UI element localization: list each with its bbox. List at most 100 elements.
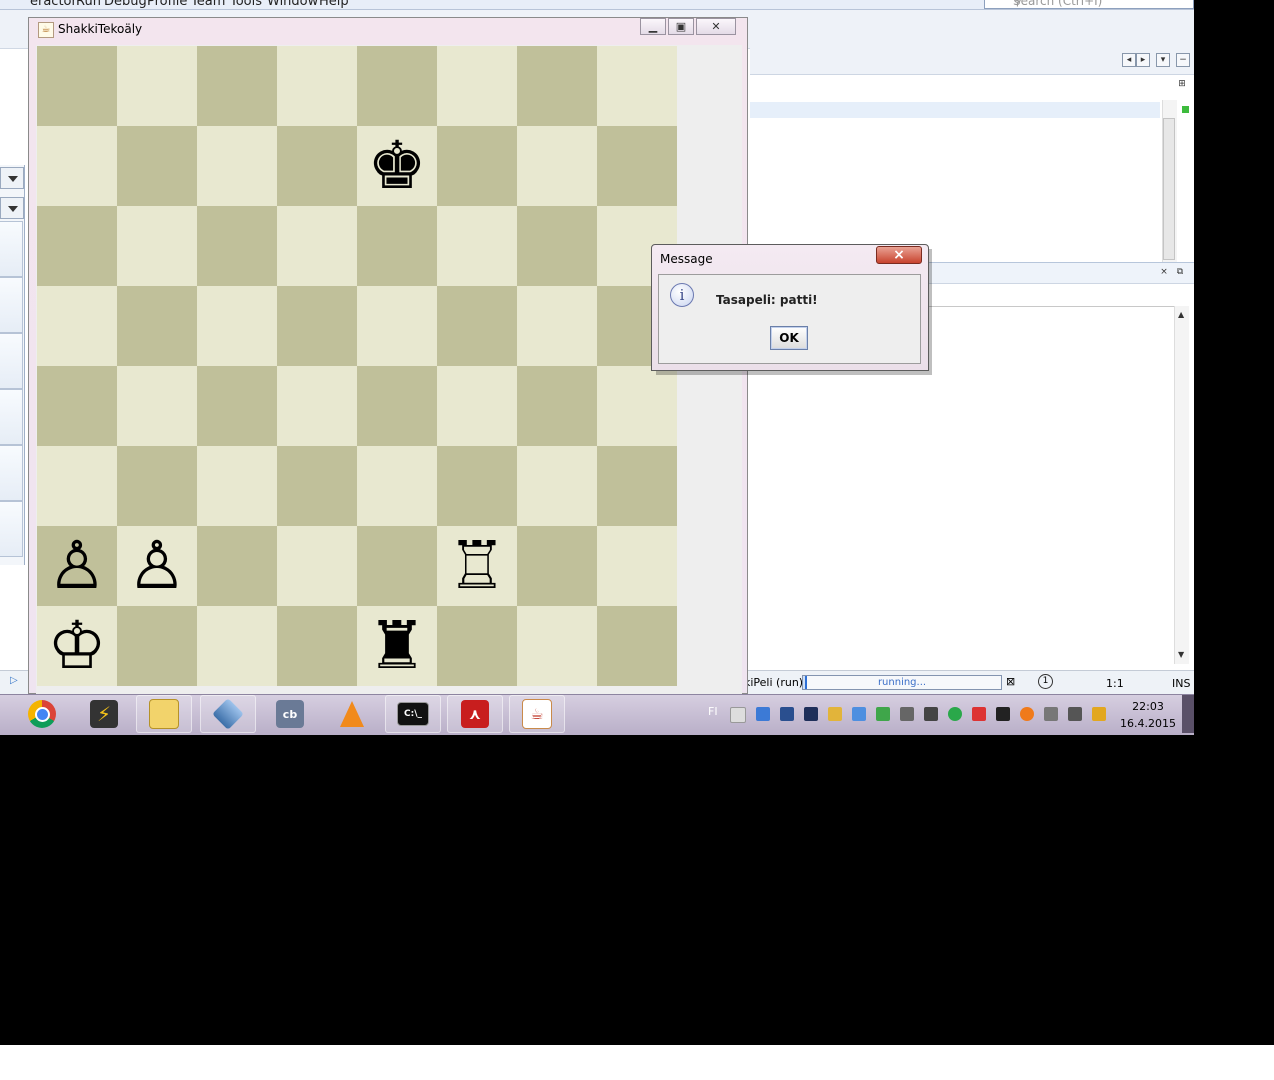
square-d2[interactable] <box>277 526 357 606</box>
pen-icon[interactable] <box>828 707 842 721</box>
keyboard-icon[interactable] <box>730 707 746 723</box>
square-b5[interactable] <box>117 286 197 366</box>
wifi-icon[interactable] <box>1092 707 1106 721</box>
square-c4[interactable] <box>197 366 277 446</box>
square-e3[interactable] <box>357 446 437 526</box>
square-c5[interactable] <box>197 286 277 366</box>
square-e4[interactable] <box>357 366 437 446</box>
maximize-button[interactable]: ▣ <box>668 18 694 35</box>
pin-icon[interactable] <box>900 707 914 721</box>
square-h3[interactable] <box>597 446 677 526</box>
square-g6[interactable] <box>517 206 597 286</box>
square-c2[interactable] <box>197 526 277 606</box>
square-g2[interactable] <box>517 526 597 606</box>
square-h8[interactable] <box>597 46 677 126</box>
taskbar-vlc[interactable] <box>324 695 380 733</box>
menu-window[interactable]: Window <box>267 0 318 9</box>
show-desktop-button[interactable] <box>1182 695 1194 733</box>
close-button[interactable]: ✕ <box>696 18 736 35</box>
update-icon[interactable] <box>1020 707 1034 721</box>
square-e8[interactable] <box>357 46 437 126</box>
menu-debug[interactable]: Debug <box>104 0 147 9</box>
clock-time[interactable]: 22:03 <box>1118 700 1178 713</box>
square-g5[interactable] <box>517 286 597 366</box>
square-h7[interactable] <box>597 126 677 206</box>
menu-refactor[interactable]: eractor <box>30 0 77 9</box>
square-c1[interactable] <box>197 606 277 686</box>
square-h2[interactable] <box>597 526 677 606</box>
taskbar-codeblocks[interactable]: cb <box>262 695 318 733</box>
volume-icon[interactable] <box>1044 707 1058 721</box>
clock-date[interactable]: 16.4.2015 <box>1118 717 1178 730</box>
chevron-down-icon[interactable]: ▾ <box>1156 53 1170 67</box>
square-a5[interactable] <box>37 286 117 366</box>
square-a6[interactable] <box>37 206 117 286</box>
square-b1[interactable] <box>117 606 197 686</box>
square-f2[interactable]: ♖ <box>437 526 517 606</box>
left-panel-item[interactable] <box>0 333 23 389</box>
scroll-up-icon[interactable]: ▲ <box>1178 310 1184 319</box>
square-c3[interactable] <box>197 446 277 526</box>
menu-help[interactable]: Help <box>319 0 349 9</box>
square-a7[interactable] <box>37 126 117 206</box>
taskbar-acrobat[interactable]: ⋏ <box>447 695 503 733</box>
square-c7[interactable] <box>197 126 277 206</box>
screen-icon[interactable] <box>924 707 938 721</box>
square-e5[interactable] <box>357 286 437 366</box>
square-h1[interactable] <box>597 606 677 686</box>
left-panel-item[interactable] <box>0 277 23 333</box>
square-a2[interactable]: ♙ <box>37 526 117 606</box>
close-icon[interactable]: × <box>1158 266 1170 278</box>
square-f1[interactable] <box>437 606 517 686</box>
usb-icon[interactable] <box>1068 707 1082 721</box>
menu-profile[interactable]: Profile <box>147 0 187 9</box>
square-f5[interactable] <box>437 286 517 366</box>
menu-run[interactable]: Run <box>76 0 101 9</box>
output-toggle-icon[interactable]: ▷ <box>10 675 18 686</box>
sync-icon[interactable] <box>852 707 866 721</box>
cancel-task-icon[interactable]: ⊠ <box>1006 675 1015 688</box>
left-panel-item[interactable] <box>0 389 23 445</box>
square-d7[interactable] <box>277 126 357 206</box>
square-f8[interactable] <box>437 46 517 126</box>
restore-icon[interactable]: ⧉ <box>1174 266 1186 278</box>
taskbar-explorer[interactable] <box>136 695 192 733</box>
display-icon[interactable] <box>780 707 794 721</box>
square-g3[interactable] <box>517 446 597 526</box>
square-b2[interactable]: ♙ <box>117 526 197 606</box>
square-d6[interactable] <box>277 206 357 286</box>
network-drive-icon[interactable] <box>756 707 770 721</box>
grid-icon[interactable]: ⊞ <box>1176 78 1188 90</box>
white-rook-icon[interactable]: ♖ <box>447 526 506 606</box>
square-d5[interactable] <box>277 286 357 366</box>
square-f3[interactable] <box>437 446 517 526</box>
taskbar-virtualbox[interactable] <box>200 695 256 733</box>
security-icon[interactable] <box>876 707 890 721</box>
square-d1[interactable] <box>277 606 357 686</box>
black-rook-icon[interactable]: ♜ <box>367 606 426 686</box>
square-b4[interactable] <box>117 366 197 446</box>
square-d4[interactable] <box>277 366 357 446</box>
taskbar-cmd[interactable]: C:\_ <box>385 695 441 733</box>
taskbar-java[interactable]: ☕ <box>509 695 565 733</box>
editor-scrollbar-thumb[interactable] <box>1163 118 1175 260</box>
square-g4[interactable] <box>517 366 597 446</box>
left-panel-item[interactable] <box>0 221 23 277</box>
white-pawn-icon[interactable]: ♙ <box>127 526 186 606</box>
square-f6[interactable] <box>437 206 517 286</box>
scroll-right-icon[interactable]: ▸ <box>1136 53 1150 67</box>
taskbar-chrome[interactable] <box>14 695 70 733</box>
square-f7[interactable] <box>437 126 517 206</box>
menu-team[interactable]: Team <box>191 0 225 9</box>
notifications-badge[interactable]: 1 <box>1038 674 1053 689</box>
square-b7[interactable] <box>117 126 197 206</box>
square-a4[interactable] <box>37 366 117 446</box>
square-e1[interactable]: ♜ <box>357 606 437 686</box>
square-e2[interactable] <box>357 526 437 606</box>
white-pawn-icon[interactable]: ♙ <box>47 526 106 606</box>
square-h4[interactable] <box>597 366 677 446</box>
scroll-left-icon[interactable]: ◂ <box>1122 53 1136 67</box>
square-c8[interactable] <box>197 46 277 126</box>
square-b3[interactable] <box>117 446 197 526</box>
shield-icon[interactable] <box>948 707 962 721</box>
